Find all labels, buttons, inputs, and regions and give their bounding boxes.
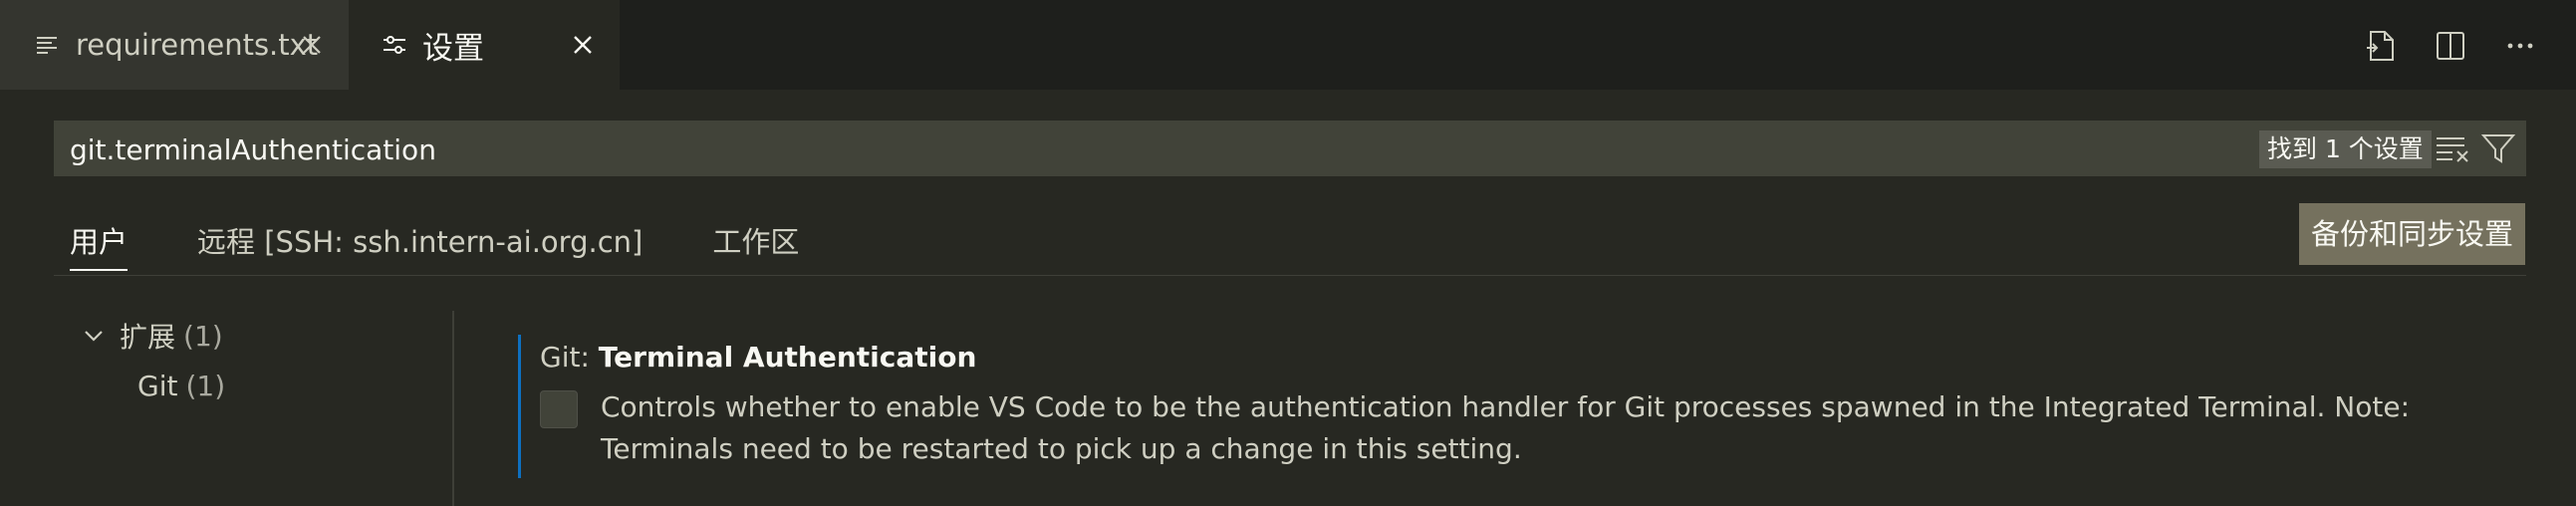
close-icon[interactable]	[568, 30, 598, 60]
toc-count: (1)	[185, 369, 226, 402]
settings-scope-tabs: 用户 远程 [SSH: ssh.intern-ai.org.cn] 工作区	[54, 211, 853, 275]
backup-sync-button[interactable]: 备份和同步设置	[2299, 203, 2526, 265]
settings-search-box: 找到 1 个设置	[54, 121, 2526, 178]
list-icon	[36, 32, 62, 58]
focus-indicator	[518, 335, 521, 478]
result-count-badge: 找到 1 个设置	[2259, 130, 2432, 168]
tab-requirements[interactable]: requirements.txt	[0, 0, 349, 90]
setting-title: Git: Terminal Authentication	[540, 335, 976, 380]
settings-toc: 扩展 (1) Git (1)	[80, 311, 225, 410]
tab-remote[interactable]: 远程 [SSH: ssh.intern-ai.org.cn]	[181, 211, 658, 275]
toc-separator	[452, 311, 454, 506]
filter-icon[interactable]	[2480, 132, 2516, 164]
settings-sliders-icon	[383, 32, 408, 58]
toc-label: 扩展	[120, 321, 176, 354]
tab-label: requirements.txt	[76, 28, 319, 62]
toc-item-extensions[interactable]: 扩展 (1)	[80, 311, 225, 361]
clear-filter-icon[interactable]	[2435, 132, 2470, 164]
setting-name: Terminal Authentication	[598, 341, 977, 374]
tab-workspace[interactable]: 工作区	[696, 211, 815, 275]
more-icon[interactable]	[2500, 26, 2540, 66]
search-input[interactable]	[68, 121, 2164, 178]
tab-user[interactable]: 用户	[54, 211, 143, 275]
tab-settings[interactable]: 设置	[349, 0, 620, 90]
setting-checkbox[interactable]	[540, 390, 578, 428]
split-editor-icon[interactable]	[2431, 26, 2470, 66]
tab-label: 设置	[422, 30, 484, 67]
divider	[54, 275, 2526, 276]
chevron-down-icon	[80, 322, 108, 350]
editor-actions	[2361, 26, 2540, 66]
open-json-icon[interactable]	[2361, 26, 2401, 66]
toc-label: Git	[137, 369, 178, 402]
setting-description: Controls whether to enable VS Code to be…	[601, 390, 2411, 465]
close-icon[interactable]	[297, 30, 327, 60]
toc-count: (1)	[183, 319, 223, 353]
editor-tab-bar: requirements.txt 设置	[0, 0, 2576, 90]
setting-category: Git:	[540, 341, 599, 374]
toc-item-git[interactable]: Git (1)	[80, 361, 225, 410]
